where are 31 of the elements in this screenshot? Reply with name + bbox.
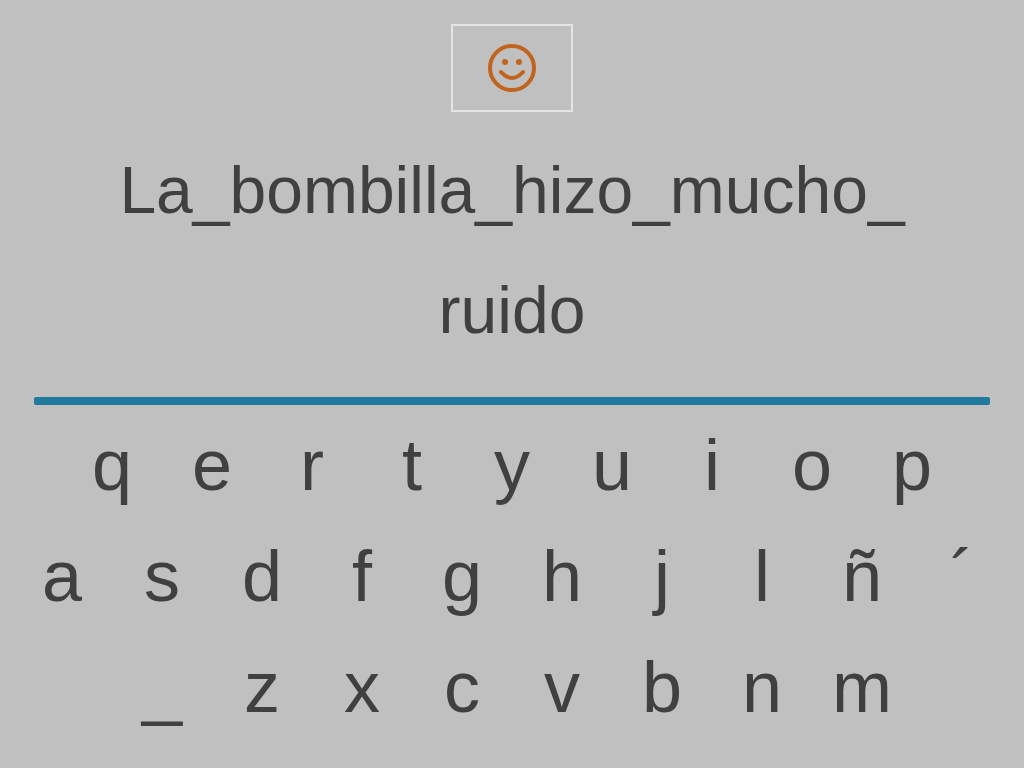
letter-key[interactable]: z: [212, 641, 312, 732]
letter-key[interactable]: p: [862, 419, 962, 510]
letter-key[interactable]: g: [412, 530, 512, 621]
letter-key[interactable]: m: [812, 641, 912, 732]
letter-key[interactable]: o: [762, 419, 862, 510]
hint-button[interactable]: [451, 24, 573, 112]
letter-key[interactable]: b: [612, 641, 712, 732]
letter-key[interactable]: ´: [912, 530, 1012, 621]
letter-key[interactable]: u: [562, 419, 662, 510]
letter-key[interactable]: h: [512, 530, 612, 621]
letter-key[interactable]: d: [212, 530, 312, 621]
letter-key[interactable]: i: [662, 419, 762, 510]
letter-key[interactable]: ñ: [812, 530, 912, 621]
letter-key[interactable]: c: [412, 641, 512, 732]
letter-key[interactable]: n: [712, 641, 812, 732]
letter-key[interactable]: l: [712, 530, 812, 621]
letter-key[interactable]: r: [262, 419, 362, 510]
letter-key[interactable]: f: [312, 530, 412, 621]
letter-key[interactable]: j: [612, 530, 712, 621]
letter-key[interactable]: s: [112, 530, 212, 621]
letter-key[interactable]: _: [112, 641, 212, 732]
letter-key[interactable]: y: [462, 419, 562, 510]
smiley-icon: [486, 42, 538, 94]
sentence-line: La_bombilla_hizo_mucho_: [119, 152, 905, 229]
letter-key[interactable]: q: [62, 419, 162, 510]
letter-key[interactable]: t: [362, 419, 462, 510]
letter-key[interactable]: x: [312, 641, 412, 732]
letter-key[interactable]: a: [12, 530, 112, 621]
letter-key[interactable]: v: [512, 641, 612, 732]
sentence-line: ruido: [438, 272, 586, 349]
letter-key[interactable]: e: [162, 419, 262, 510]
